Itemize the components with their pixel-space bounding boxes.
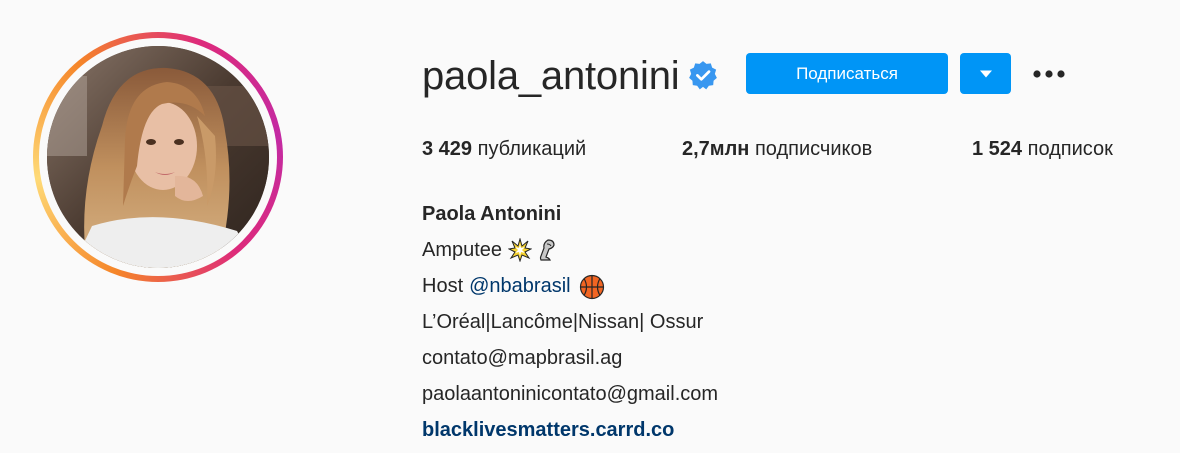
basketball-emoji-icon <box>579 274 604 300</box>
mention-link[interactable]: @nbabrasil <box>469 268 570 304</box>
avatar-image <box>47 46 269 268</box>
username: paola_antonini <box>422 54 680 98</box>
following-label[interactable]: подписок <box>1028 138 1113 160</box>
full-name: Paola Antonini <box>422 203 562 225</box>
posts-count: 3 429 <box>422 138 473 160</box>
more-options-icon <box>1033 70 1065 78</box>
bio-line-email-2: paolaantoninicontato@gmail.com <box>422 383 719 405</box>
bio: Paola Antonini Amputee Host @nbabrasil L… <box>422 196 718 448</box>
avatar[interactable] <box>47 46 269 268</box>
verified-badge-icon <box>689 61 717 90</box>
posts-stat: 3 429 публикаций <box>422 136 586 162</box>
bio-line-amputee: Amputee <box>422 232 718 268</box>
following-stat[interactable]: 1 524 подписок <box>972 136 1113 162</box>
bio-line-email-1: contato@mapbrasil.ag <box>422 347 623 369</box>
bio-text: Amputee <box>422 239 503 261</box>
leg-emoji-icon <box>534 238 558 262</box>
posts-label: публикаций <box>477 138 587 160</box>
followers-count[interactable]: 2,7млн <box>682 138 749 160</box>
followers-label[interactable]: подписчиков <box>755 138 872 160</box>
collision-emoji-icon <box>508 238 533 262</box>
story-ring[interactable] <box>33 32 283 282</box>
bio-line-brands: L’Oréal|Lancôme|Nissan| Ossur <box>422 311 704 333</box>
more-options-button[interactable] <box>1028 60 1072 88</box>
chevron-down-icon <box>979 70 992 77</box>
bio-text: Host <box>422 275 464 297</box>
suggestions-dropdown-button[interactable] <box>960 53 1011 94</box>
external-link[interactable]: blacklivesmatters.carrd.co <box>422 412 718 448</box>
follow-button[interactable]: Подписаться <box>746 53 948 94</box>
followers-stat[interactable]: 2,7млн подписчиков <box>682 136 872 162</box>
following-count[interactable]: 1 524 <box>972 138 1022 160</box>
profile-header: paola_antonini Подписаться 3 429 публика… <box>0 0 1180 453</box>
bio-line-host: Host @nbabrasil <box>422 268 718 304</box>
